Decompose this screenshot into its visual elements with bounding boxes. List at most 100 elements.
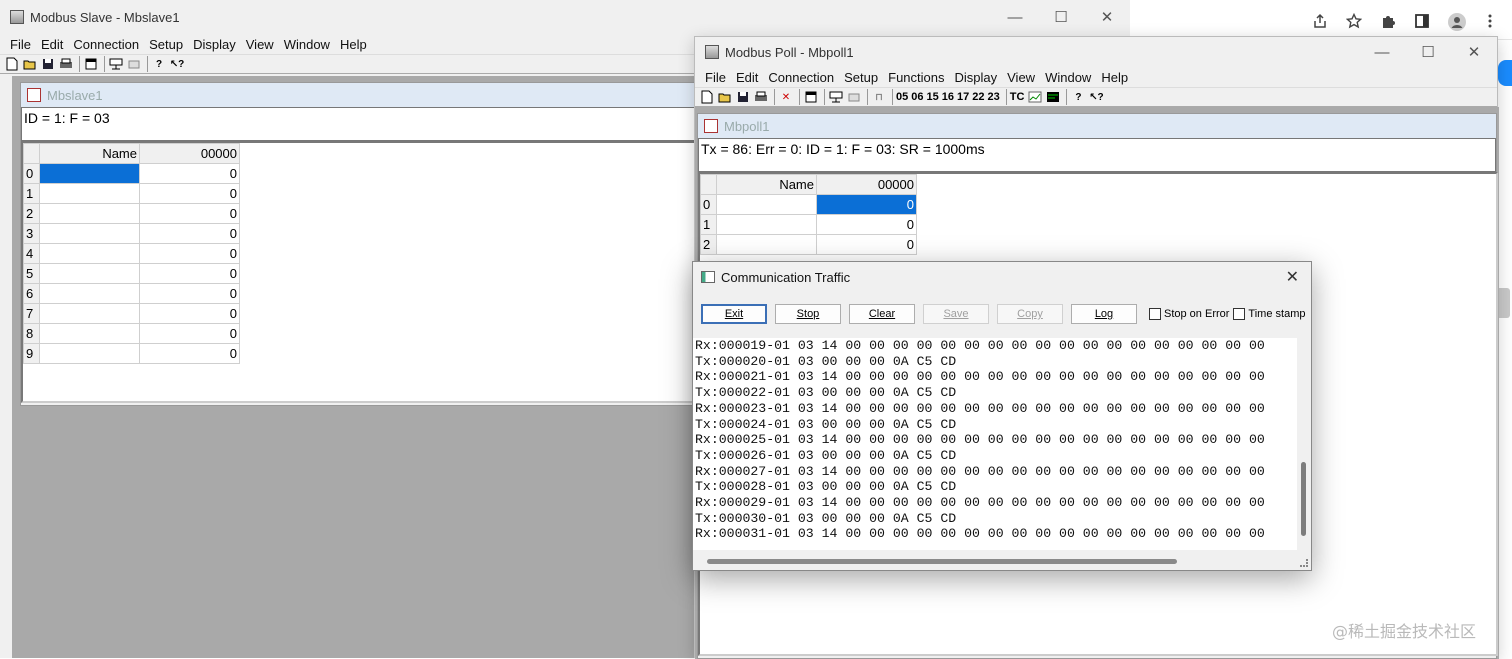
name-cell[interactable]	[39, 163, 140, 184]
open-folder-icon[interactable]	[717, 89, 733, 105]
poll-titlebar[interactable]: Modbus Poll - Mbpoll1 — ☐ ✕	[695, 37, 1497, 67]
connect-icon[interactable]	[828, 89, 844, 105]
window-icon[interactable]	[83, 56, 99, 72]
menu-functions[interactable]: Functions	[888, 70, 944, 85]
menu-help[interactable]: Help	[340, 37, 367, 52]
name-cell[interactable]	[39, 303, 140, 324]
function-17-button[interactable]: 17	[957, 91, 969, 103]
traffic-vertical-scrollbar[interactable]	[1301, 462, 1306, 536]
menu-window[interactable]: Window	[284, 37, 330, 52]
print-icon[interactable]	[753, 89, 769, 105]
menu-window[interactable]: Window	[1045, 70, 1091, 85]
resize-grip-icon[interactable]	[1300, 559, 1308, 567]
bookmark-star-icon[interactable]	[1345, 12, 1363, 29]
menu-help[interactable]: Help	[1101, 70, 1128, 85]
new-file-icon[interactable]	[4, 56, 20, 72]
table-row[interactable]: 10	[700, 214, 917, 235]
value-cell[interactable]: 0	[139, 203, 240, 224]
name-cell[interactable]	[39, 263, 140, 284]
function-06-button[interactable]: 06	[911, 91, 923, 103]
table-row[interactable]: 80	[23, 323, 240, 344]
value-cell[interactable]: 0	[139, 323, 240, 344]
side-panel-icon[interactable]	[1414, 13, 1430, 29]
table-row[interactable]: 00	[700, 194, 917, 215]
mbslave1-titlebar[interactable]: Mbslave1	[21, 83, 719, 107]
name-cell[interactable]	[39, 203, 140, 224]
table-row[interactable]: 20	[23, 203, 240, 224]
menu-view[interactable]: View	[246, 37, 274, 52]
menu-setup[interactable]: Setup	[844, 70, 878, 85]
new-file-icon[interactable]	[699, 89, 715, 105]
function-05-button[interactable]: 05	[896, 91, 908, 103]
profile-avatar-icon[interactable]	[1448, 13, 1466, 31]
time-stamp-checkbox[interactable]: Time stamp	[1233, 308, 1305, 320]
value-cell[interactable]: 0	[139, 283, 240, 304]
maximize-icon[interactable]: ☐	[1038, 2, 1084, 32]
menu-connection[interactable]: Connection	[73, 37, 139, 52]
menu-edit[interactable]: Edit	[736, 70, 758, 85]
menu-display[interactable]: Display	[193, 37, 236, 52]
name-cell[interactable]	[39, 223, 140, 244]
disconnect-icon[interactable]	[846, 89, 862, 105]
checkbox-box[interactable]	[1233, 308, 1246, 320]
table-row[interactable]: 90	[23, 343, 240, 364]
name-cell[interactable]	[716, 234, 817, 255]
slave-titlebar[interactable]: Modbus Slave - Mbslave1 — ☐ ✕	[0, 0, 1130, 34]
maximize-icon[interactable]: ☐	[1405, 37, 1451, 67]
delete-icon[interactable]: ✕	[778, 89, 794, 105]
traffic-monitor-icon[interactable]	[1045, 89, 1061, 105]
value-cell[interactable]: 0	[816, 194, 917, 215]
value-cell[interactable]: 0	[816, 214, 917, 235]
close-icon[interactable]: ✕	[1084, 2, 1130, 32]
minimize-icon[interactable]: —	[1359, 37, 1405, 67]
menu-edit[interactable]: Edit	[41, 37, 63, 52]
name-cell[interactable]	[39, 343, 140, 364]
checkbox-box[interactable]	[1149, 308, 1161, 320]
table-row[interactable]: 00	[23, 163, 240, 184]
table-row[interactable]: 30	[23, 223, 240, 244]
save-icon[interactable]	[735, 89, 751, 105]
share-icon[interactable]	[1312, 13, 1328, 29]
table-row[interactable]: 70	[23, 303, 240, 324]
menu-file[interactable]: File	[10, 37, 31, 52]
name-cell[interactable]	[716, 214, 817, 235]
menu-setup[interactable]: Setup	[149, 37, 183, 52]
menu-display[interactable]: Display	[955, 70, 998, 85]
name-cell[interactable]	[39, 183, 140, 204]
table-row[interactable]: 20	[700, 234, 917, 255]
table-row[interactable]: 40	[23, 243, 240, 264]
test-center-button[interactable]: TC	[1010, 91, 1025, 103]
print-icon[interactable]	[58, 56, 74, 72]
value-cell[interactable]: 0	[139, 183, 240, 204]
help-icon[interactable]: ?	[1070, 89, 1086, 105]
window-icon[interactable]	[803, 89, 819, 105]
context-help-icon[interactable]: ↖?	[169, 56, 185, 72]
save-button[interactable]: Save	[923, 304, 989, 324]
table-row[interactable]: 60	[23, 283, 240, 304]
log-button[interactable]: Log	[1071, 304, 1137, 324]
menu-view[interactable]: View	[1007, 70, 1035, 85]
connect-icon[interactable]	[108, 56, 124, 72]
context-help-icon[interactable]: ↖?	[1088, 89, 1104, 105]
table-row[interactable]: 50	[23, 263, 240, 284]
chart-icon[interactable]	[1027, 89, 1043, 105]
value-cell[interactable]: 0	[139, 303, 240, 324]
traffic-log[interactable]: Rx:000019-01 03 14 00 00 00 00 00 00 00 …	[693, 338, 1297, 550]
value-cell[interactable]: 0	[139, 263, 240, 284]
stop-on-error-checkbox[interactable]: Stop on Error	[1149, 308, 1229, 320]
floating-assistant-icon[interactable]	[1498, 60, 1512, 86]
menu-connection[interactable]: Connection	[768, 70, 834, 85]
help-icon[interactable]: ?	[151, 56, 167, 72]
traffic-horizontal-scrollbar[interactable]	[707, 559, 1177, 564]
function-23-button[interactable]: 23	[988, 91, 1000, 103]
stop-button[interactable]: Stop	[775, 304, 841, 324]
function-15-button[interactable]: 15	[927, 91, 939, 103]
save-icon[interactable]	[40, 56, 56, 72]
menu-file[interactable]: File	[705, 70, 726, 85]
extensions-puzzle-icon[interactable]	[1380, 13, 1396, 29]
minimize-icon[interactable]: —	[992, 2, 1038, 32]
function-16-button[interactable]: 16	[942, 91, 954, 103]
value-cell[interactable]: 0	[139, 243, 240, 264]
name-cell[interactable]	[716, 194, 817, 215]
single-read-icon[interactable]: ⊓	[871, 89, 887, 105]
